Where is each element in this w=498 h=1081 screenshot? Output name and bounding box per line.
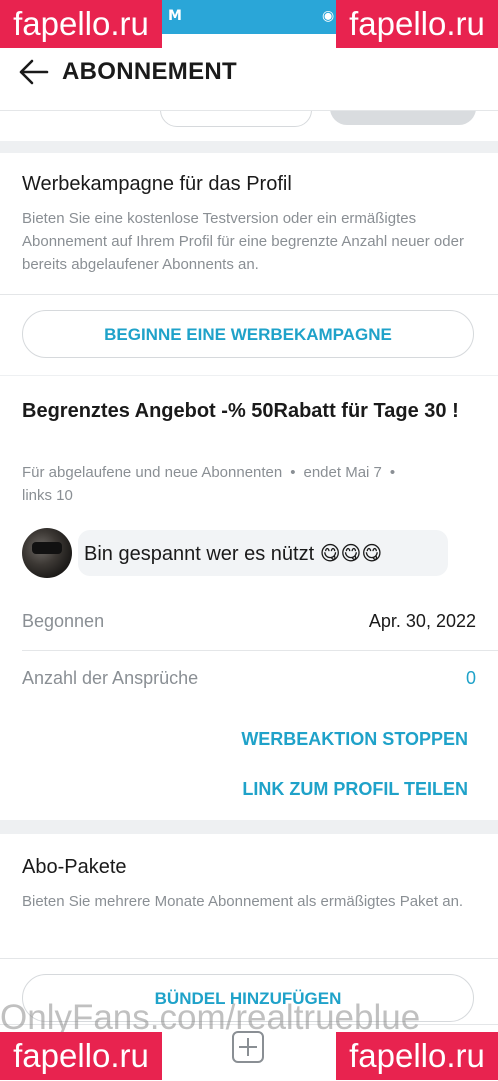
watermark-badge: fapello.ru	[0, 1032, 162, 1080]
started-value: Apr. 30, 2022	[368, 611, 476, 631]
divider	[22, 650, 498, 651]
promo-campaign-title: Werbekampagne für das Profil	[22, 173, 292, 195]
offer-comment: Bin gespannt wer es nützt 😋😋😋	[22, 528, 448, 578]
page-title: ABONNEMENT	[62, 58, 237, 85]
separator-dot: •	[290, 464, 296, 481]
emoji-icons: 😋😋😋	[319, 541, 383, 565]
comment-text: Bin gespannt wer es nützt 😋😋😋	[84, 541, 383, 565]
previous-outline-button[interactable]	[160, 111, 312, 127]
offer-ends: endet Mai 7	[303, 464, 382, 481]
offer-card	[0, 376, 498, 820]
start-campaign-button[interactable]: BEGINNE EINE WERBEKAMPAGNE	[22, 310, 474, 358]
promo-campaign-card: Werbekampagne für das Profil Bieten Sie …	[0, 153, 498, 375]
previous-card-remnant	[0, 111, 498, 141]
gmail-icon: M	[168, 8, 182, 24]
eye-icon: ◉	[322, 8, 335, 24]
claims-label: Anzahl der Ansprüche	[22, 668, 199, 688]
started-label: Begonnen	[22, 611, 105, 631]
divider	[0, 294, 498, 295]
stop-promotion-button[interactable]: WERBEAKTION STOPPEN	[241, 729, 468, 750]
back-arrow-icon[interactable]	[18, 58, 50, 86]
divider	[0, 958, 498, 959]
share-profile-link-button[interactable]: LINK ZUM PROFIL TEILEN	[242, 779, 468, 800]
bundles-description: Bieten Sie mehrere Monate Abonnement als…	[22, 893, 464, 910]
comment-bubble: Bin gespannt wer es nützt 😋😋😋	[78, 530, 448, 576]
previous-filled-button[interactable]	[330, 111, 476, 125]
offer-audience: Für abgelaufene und neue Abonnenten	[22, 464, 283, 481]
bundles-title: Abo-Pakete	[22, 856, 127, 878]
watermark-badge: fapello.ru	[0, 0, 162, 48]
watermark-badge: fapello.ru	[336, 1032, 498, 1080]
offer-title: Begrenztes Angebot -% 50Rabatt für Tage …	[22, 400, 459, 422]
offer-meta: Für abgelaufene und neue Abonnenten • ende…	[22, 461, 472, 507]
promo-campaign-description: Bieten Sie eine kostenlose Testversion o…	[22, 210, 464, 273]
watermark-badge: fapello.ru	[336, 0, 498, 48]
claims-value: 0	[465, 668, 476, 688]
separator-dot: •	[389, 464, 396, 481]
offer-links: links 10	[22, 487, 73, 504]
avatar[interactable]	[22, 528, 72, 578]
